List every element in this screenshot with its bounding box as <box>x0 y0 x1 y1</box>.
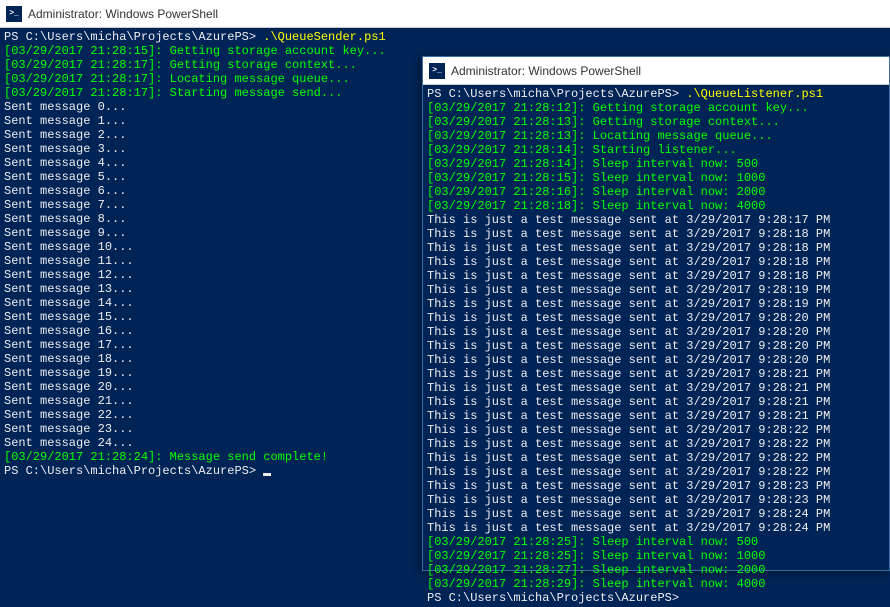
terminal-output-right[interactable]: PS C:\Users\micha\Projects\AzurePS> .\Qu… <box>423 85 889 607</box>
output-line: This is just a test message sent at 3/29… <box>427 437 885 451</box>
powershell-icon <box>429 63 445 79</box>
output-line: This is just a test message sent at 3/29… <box>427 465 885 479</box>
output-line: This is just a test message sent at 3/29… <box>427 241 885 255</box>
output-line: This is just a test message sent at 3/29… <box>427 409 885 423</box>
output-line: This is just a test message sent at 3/29… <box>427 451 885 465</box>
output-line: This is just a test message sent at 3/29… <box>427 367 885 381</box>
output-line: This is just a test message sent at 3/29… <box>427 507 885 521</box>
log-line: [03/29/2017 21:28:25]: Sleep interval no… <box>427 549 885 563</box>
output-line: This is just a test message sent at 3/29… <box>427 255 885 269</box>
output-line: This is just a test message sent at 3/29… <box>427 479 885 493</box>
powershell-icon <box>6 6 22 22</box>
output-line: This is just a test message sent at 3/29… <box>427 339 885 353</box>
titlebar-right[interactable]: Administrator: Windows PowerShell <box>423 57 889 85</box>
output-line: This is just a test message sent at 3/29… <box>427 213 885 227</box>
output-line: This is just a test message sent at 3/29… <box>427 283 885 297</box>
output-line: This is just a test message sent at 3/29… <box>427 297 885 311</box>
command-text: .\QueueListener.ps1 <box>686 87 823 101</box>
prompt-line[interactable]: PS C:\Users\micha\Projects\AzurePS> <box>427 591 885 605</box>
prompt-path: PS C:\Users\micha\Projects\AzurePS> <box>4 30 263 44</box>
log-line: [03/29/2017 21:28:15]: Sleep interval no… <box>427 171 885 185</box>
prompt-path: PS C:\Users\micha\Projects\AzurePS> <box>427 87 686 101</box>
prompt-line: PS C:\Users\micha\Projects\AzurePS> .\Qu… <box>427 87 885 101</box>
prompt-line: PS C:\Users\micha\Projects\AzurePS> .\Qu… <box>4 30 886 44</box>
log-line: [03/29/2017 21:28:29]: Sleep interval no… <box>427 577 885 591</box>
output-line: This is just a test message sent at 3/29… <box>427 423 885 437</box>
cursor <box>263 473 271 476</box>
output-line: This is just a test message sent at 3/29… <box>427 269 885 283</box>
log-line: [03/29/2017 21:28:25]: Sleep interval no… <box>427 535 885 549</box>
powershell-window-listener[interactable]: Administrator: Windows PowerShell PS C:\… <box>422 56 890 571</box>
log-line: [03/29/2017 21:28:14]: Starting listener… <box>427 143 885 157</box>
output-line: This is just a test message sent at 3/29… <box>427 521 885 535</box>
output-line: This is just a test message sent at 3/29… <box>427 227 885 241</box>
output-line: This is just a test message sent at 3/29… <box>427 381 885 395</box>
log-line: [03/29/2017 21:28:14]: Sleep interval no… <box>427 157 885 171</box>
window-title-right: Administrator: Windows PowerShell <box>451 64 641 78</box>
log-line: [03/29/2017 21:28:13]: Getting storage c… <box>427 115 885 129</box>
log-line: [03/29/2017 21:28:13]: Locating message … <box>427 129 885 143</box>
window-title-left: Administrator: Windows PowerShell <box>28 7 218 21</box>
log-line: [03/29/2017 21:28:27]: Sleep interval no… <box>427 563 885 577</box>
output-line: This is just a test message sent at 3/29… <box>427 325 885 339</box>
output-line: This is just a test message sent at 3/29… <box>427 311 885 325</box>
prompt-path: PS C:\Users\micha\Projects\AzurePS> <box>4 464 263 478</box>
titlebar-left[interactable]: Administrator: Windows PowerShell <box>0 0 890 28</box>
command-text: .\QueueSender.ps1 <box>263 30 385 44</box>
output-line: This is just a test message sent at 3/29… <box>427 493 885 507</box>
output-line: This is just a test message sent at 3/29… <box>427 395 885 409</box>
log-line: [03/29/2017 21:28:12]: Getting storage a… <box>427 101 885 115</box>
log-line: [03/29/2017 21:28:16]: Sleep interval no… <box>427 185 885 199</box>
output-line: This is just a test message sent at 3/29… <box>427 353 885 367</box>
log-line: [03/29/2017 21:28:18]: Sleep interval no… <box>427 199 885 213</box>
